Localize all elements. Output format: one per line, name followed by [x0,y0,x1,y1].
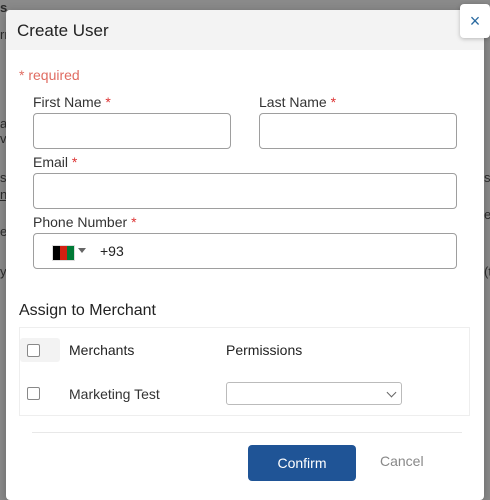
phone-label: Phone Number * [33,214,137,230]
phone-label-text: Phone Number [33,214,128,230]
confirm-button[interactable]: Confirm [248,445,356,481]
select-all-checkbox[interactable] [27,344,40,357]
required-note: * required [19,67,80,83]
first-name-input[interactable] [33,113,231,149]
required-star: * [105,94,111,110]
last-name-label-text: Last Name [259,94,327,110]
last-name-input[interactable] [259,113,457,149]
section-title: Assign to Merchant [19,302,156,319]
required-star: * [131,214,137,230]
close-icon[interactable]: × [460,4,490,38]
required-star: * [71,154,78,170]
merchant-name: Marketing Test [69,386,160,402]
last-name-label: Last Name * [259,94,336,110]
required-star: * [330,94,337,110]
background-text: si [484,170,490,185]
cancel-button[interactable]: Cancel [380,453,424,469]
dial-code: +93 [100,243,124,259]
column-header-merchants: Merchants [69,342,135,358]
row-checkbox[interactable] [27,387,40,400]
email-label-text: Email [33,154,69,170]
afghanistan-flag-icon [52,245,75,261]
first-name-label-text: First Name [33,94,102,110]
email-label: Email * [33,154,77,170]
divider [32,432,462,433]
modal-header: Create User [6,10,484,50]
column-header-permissions: Permissions [226,342,303,358]
permissions-select[interactable] [226,382,402,405]
phone-input[interactable]: +93 [33,233,457,269]
email-input[interactable] [33,173,457,209]
header-checkbox-cell [20,338,60,362]
modal-title: Create User [17,21,109,40]
chevron-down-icon [386,387,397,398]
background-text: e [484,207,490,222]
country-select[interactable] [46,244,90,261]
first-name-label: First Name * [33,94,111,110]
background-text: (t [484,264,490,279]
caret-down-icon [78,248,86,253]
